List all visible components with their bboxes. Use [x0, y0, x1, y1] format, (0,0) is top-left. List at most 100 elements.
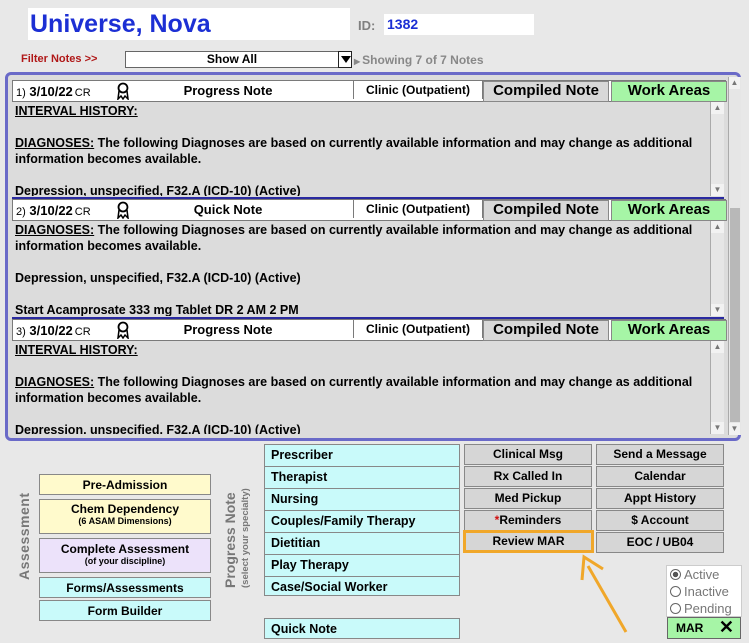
scroll-down-icon[interactable]: ▼	[711, 422, 724, 434]
scroll-up-icon[interactable]: ▲	[729, 77, 740, 89]
note-body: INTERVAL HISTORY: DIAGNOSES: The followi…	[12, 341, 708, 434]
compiled-note-button[interactable]: Compiled Note	[483, 320, 609, 341]
interval-history-heading: INTERVAL HISTORY:	[15, 104, 138, 118]
complete-assessment-sublabel: (of your discipline)	[84, 556, 166, 566]
clinical-msg-button[interactable]: Clinical Msg	[464, 444, 592, 465]
status-inactive-label: Inactive	[684, 584, 729, 599]
pre-admission-button[interactable]: Pre-Admission	[39, 474, 211, 495]
note-line: Depression, unspecified, F32.A (ICD-10) …	[15, 184, 301, 196]
diagnoses-label: DIAGNOSES:	[15, 136, 95, 150]
ribbon-icon[interactable]	[114, 82, 132, 100]
close-icon[interactable]: ✕	[719, 617, 734, 637]
scroll-down-icon[interactable]: ▼	[729, 423, 740, 435]
scroll-down-icon[interactable]: ▼	[711, 184, 724, 196]
review-mar-button[interactable]: Review MAR	[463, 530, 594, 553]
notes-count-label: Showing 7 of 7 Notes	[354, 53, 483, 67]
status-active-label: Active	[684, 567, 720, 582]
note-line: Depression, unspecified, F32.A (ICD-10) …	[15, 271, 301, 285]
dietitian-button[interactable]: Dietitian	[265, 533, 459, 555]
ribbon-icon[interactable]	[114, 321, 132, 339]
chem-dependency-sublabel: (6 ASAM Dimensions)	[78, 516, 172, 526]
eoc-ub04-button[interactable]: EOC / UB04	[596, 532, 724, 553]
scroll-up-icon[interactable]: ▲	[711, 341, 724, 353]
filter-notes-label: Filter Notes >>	[21, 53, 98, 65]
note-line: Depression, unspecified, F32.A (ICD-10) …	[15, 423, 301, 434]
reminders-label: Reminders	[499, 513, 562, 527]
forms-assessments-button[interactable]: Forms/Assessments	[39, 577, 211, 598]
case-social-worker-button[interactable]: Case/Social Worker	[265, 577, 459, 598]
work-areas-button[interactable]: Work Areas	[611, 320, 727, 341]
couples-family-therapy-button[interactable]: Couples/Family Therapy	[265, 511, 459, 533]
status-radio-group: Active Inactive Pending	[666, 565, 742, 617]
quick-note-button[interactable]: Quick Note	[264, 618, 460, 639]
note-scrollbar[interactable]: ▲ ▼	[710, 102, 724, 196]
scrollbar-thumb[interactable]	[730, 208, 740, 422]
complete-assessment-button[interactable]: Complete Assessment (of your discipline)	[39, 538, 211, 573]
scroll-up-icon[interactable]: ▲	[711, 102, 724, 114]
radio-icon	[670, 603, 681, 614]
form-builder-button[interactable]: Form Builder	[39, 600, 211, 621]
annotation-arrow-icon	[580, 554, 628, 633]
progress-note-label: Progress Note	[222, 492, 238, 588]
note-body: DIAGNOSES: The following Diagnoses are b…	[12, 221, 708, 316]
radio-selected-icon	[670, 569, 681, 580]
therapist-button[interactable]: Therapist	[265, 467, 459, 489]
rx-called-in-button[interactable]: Rx Called In	[464, 466, 592, 487]
patient-id-label: ID:	[358, 18, 376, 33]
note-type: Progress Note	[183, 322, 273, 337]
interval-history-heading: INTERVAL HISTORY:	[15, 343, 138, 357]
status-active-radio[interactable]: Active	[670, 567, 719, 582]
status-pending-radio[interactable]: Pending	[670, 601, 732, 616]
diagnoses-text: The following Diagnoses are based on cur…	[15, 136, 693, 166]
note-location: Clinic (Outpatient)	[353, 81, 483, 99]
assessment-label: Assessment	[16, 492, 32, 581]
appt-history-button[interactable]: Appt History	[596, 488, 724, 509]
med-pickup-button[interactable]: Med Pickup	[464, 488, 592, 509]
diagnoses-text: The following Diagnoses are based on cur…	[15, 375, 693, 405]
compiled-note-button[interactable]: Compiled Note	[483, 200, 609, 221]
mar-button[interactable]: MAR ✕	[667, 617, 741, 639]
note-scrollbar[interactable]: ▲ ▼	[710, 341, 724, 434]
chem-dependency-button[interactable]: Chem Dependency (6 ASAM Dimensions)	[39, 499, 211, 534]
note-line: Start Acamprosate 333 mg Tablet DR 2 AM …	[15, 303, 299, 316]
diagnoses-text: The following Diagnoses are based on cur…	[15, 223, 693, 253]
patient-name: Universe, Nova	[28, 8, 350, 40]
patient-id-value: 1382	[384, 14, 534, 35]
compiled-note-button[interactable]: Compiled Note	[483, 81, 609, 102]
status-pending-label: Pending	[684, 601, 732, 616]
note-header[interactable]: 2) 3/10/22 CR Quick Note Clinic (Outpatie…	[12, 199, 727, 221]
diagnoses-label: DIAGNOSES:	[15, 223, 95, 237]
scroll-down-icon[interactable]: ▼	[711, 304, 724, 316]
dropdown-arrow-icon[interactable]	[338, 51, 352, 68]
diagnoses-label: DIAGNOSES:	[15, 375, 95, 389]
note-header[interactable]: 3) 3/10/22 CR Progress Note Clinic (Outpa…	[12, 319, 727, 341]
note-location: Clinic (Outpatient)	[353, 200, 483, 218]
progress-note-sublabel: (select your specialty)	[240, 488, 251, 588]
note-type: Quick Note	[193, 202, 263, 217]
mar-label: MAR	[676, 621, 704, 635]
note-date: 2) 3/10/22 CR	[16, 203, 91, 218]
status-inactive-radio[interactable]: Inactive	[670, 584, 729, 599]
note-type: Progress Note	[183, 83, 273, 98]
note-scrollbar[interactable]: ▲ ▼	[710, 221, 724, 316]
work-areas-button[interactable]: Work Areas	[611, 200, 727, 221]
play-therapy-button[interactable]: Play Therapy	[265, 555, 459, 577]
note-header[interactable]: 1) 3/10/22 CR Progress Note Clinic (Outpa…	[12, 80, 727, 102]
prescriber-button[interactable]: Prescriber	[265, 445, 459, 467]
work-areas-button[interactable]: Work Areas	[611, 81, 727, 102]
reminders-button[interactable]: *Reminders	[464, 510, 592, 531]
send-message-button[interactable]: Send a Message	[596, 444, 724, 465]
note-body: INTERVAL HISTORY: DIAGNOSES: The followi…	[12, 102, 708, 196]
account-button[interactable]: $ Account	[596, 510, 724, 531]
complete-assessment-label: Complete Assessment	[60, 542, 190, 556]
note-date: 3) 3/10/22 CR	[16, 323, 91, 338]
chem-dependency-label: Chem Dependency	[70, 502, 180, 516]
scroll-up-icon[interactable]: ▲	[711, 221, 724, 233]
notes-panel-scrollbar[interactable]: ▲ ▼	[728, 77, 741, 435]
calendar-button[interactable]: Calendar	[596, 466, 724, 487]
nursing-button[interactable]: Nursing	[265, 489, 459, 511]
filter-notes-select[interactable]: Show All	[125, 51, 339, 68]
note-date: 1) 3/10/22 CR	[16, 84, 91, 99]
progress-note-list: Prescriber Therapist Nursing Couples/Fam…	[264, 444, 460, 596]
ribbon-icon[interactable]	[114, 201, 132, 219]
